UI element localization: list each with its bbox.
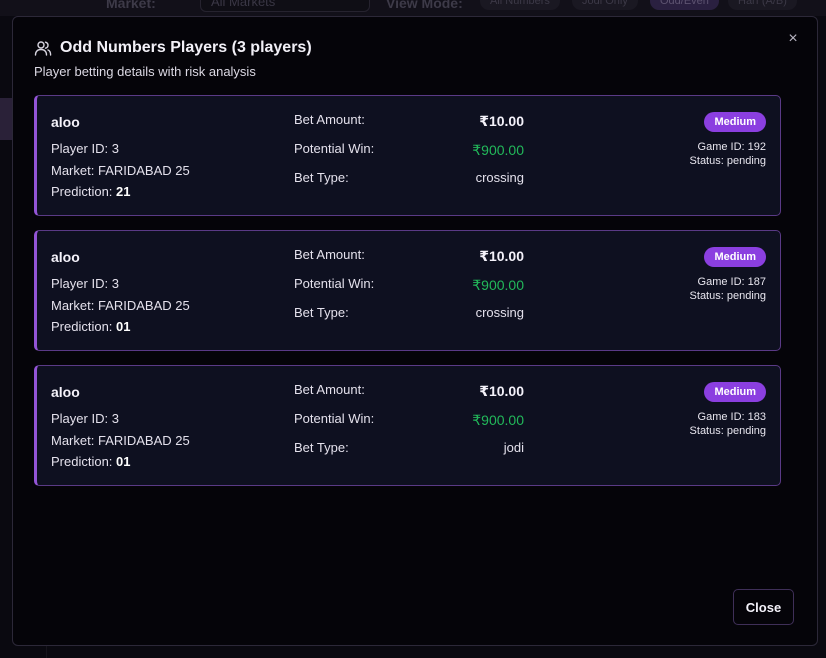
status-label: Status: — [689, 290, 727, 302]
status-label: Status: — [689, 155, 727, 167]
bet-type-value: crossing — [475, 170, 524, 185]
player-card: aloo Player ID: 3 Market: FARIDABAD 25 P… — [34, 95, 781, 216]
status-value: pending — [726, 290, 766, 302]
close-icon[interactable]: × — [785, 31, 801, 47]
prediction-value: 01 — [116, 454, 131, 469]
bet-status: Status: pending — [690, 425, 766, 437]
bet-status: Status: pending — [690, 290, 766, 302]
status-value: pending — [726, 425, 766, 437]
risk-badge: Medium — [704, 112, 766, 132]
market-select[interactable]: All Markets — [200, 0, 370, 12]
bet-amount-label: Bet Amount: — [294, 112, 365, 127]
potential-win-label: Potential Win: — [294, 141, 375, 156]
bet-type-label: Bet Type: — [294, 170, 349, 185]
bet-type-label: Bet Type: — [294, 305, 349, 320]
risk-badge: Medium — [704, 382, 766, 402]
game-id-value: 183 — [747, 411, 766, 423]
status-value: pending — [726, 155, 766, 167]
player-id-label: Player ID: — [51, 141, 112, 156]
game-id: Game ID: 192 — [698, 141, 766, 153]
player-card-list: aloo Player ID: 3 Market: FARIDABAD 25 P… — [34, 95, 782, 500]
view-mode-label: View Mode: — [386, 0, 463, 11]
game-id-label: Game ID: — [697, 276, 748, 288]
player-id-label: Player ID: — [51, 411, 112, 426]
bet-amount-value: ₹10.00 — [479, 383, 524, 399]
game-id-value: 187 — [747, 276, 766, 288]
modal-subtitle: Player betting details with risk analysi… — [34, 64, 256, 79]
bet-amount-label: Bet Amount: — [294, 247, 365, 262]
player-id: Player ID: 3 — [51, 141, 119, 156]
modal-header: Odd Numbers Players (3 players) Player b… — [34, 39, 777, 79]
prediction-label: Prediction: — [51, 454, 117, 469]
users-icon — [34, 40, 52, 56]
background-sidebar-highlight — [0, 98, 12, 140]
player-card: aloo Player ID: 3 Market: FARIDABAD 25 P… — [34, 230, 781, 351]
bet-amount-value: ₹10.00 — [479, 248, 524, 264]
player-id: Player ID: 3 — [51, 411, 119, 426]
status-label: Status: — [689, 425, 727, 437]
potential-win-value: ₹900.00 — [472, 142, 524, 158]
market-value: FARIDABAD 25 — [97, 433, 190, 448]
game-id: Game ID: 187 — [698, 276, 766, 288]
bet-type-value: jodi — [503, 440, 524, 455]
player-prediction: Prediction: 01 — [51, 319, 131, 334]
market-label: Market: — [51, 163, 98, 178]
market-label: Market: — [51, 433, 98, 448]
game-id: Game ID: 183 — [698, 411, 766, 423]
player-id: Player ID: 3 — [51, 276, 119, 291]
player-market: Market: FARIDABAD 25 — [51, 163, 190, 178]
player-id-label: Player ID: — [51, 276, 112, 291]
background-filter-bar: Market: All Markets View Mode: All Numbe… — [0, 0, 826, 16]
prediction-label: Prediction: — [51, 184, 117, 199]
view-pill-all-numbers[interactable]: All Numbers — [480, 0, 560, 10]
player-prediction: Prediction: 21 — [51, 184, 131, 199]
bet-type-label: Bet Type: — [294, 440, 349, 455]
player-card: aloo Player ID: 3 Market: FARIDABAD 25 P… — [34, 365, 781, 486]
market-label: Market: — [51, 298, 98, 313]
market-label: Market: — [106, 0, 156, 11]
player-market: Market: FARIDABAD 25 — [51, 433, 190, 448]
bet-type-value: crossing — [475, 305, 524, 320]
player-id-value: 3 — [111, 276, 119, 291]
player-id-value: 3 — [111, 411, 119, 426]
modal-title-row: Odd Numbers Players (3 players) — [34, 39, 777, 57]
potential-win-value: ₹900.00 — [472, 412, 524, 428]
view-pill-odd-even[interactable]: Odd/Even — [650, 0, 719, 10]
risk-badge: Medium — [704, 247, 766, 267]
bet-status: Status: pending — [690, 155, 766, 167]
potential-win-value: ₹900.00 — [472, 277, 524, 293]
player-name: aloo — [51, 249, 80, 265]
potential-win-label: Potential Win: — [294, 276, 375, 291]
game-id-label: Game ID: — [697, 141, 748, 153]
game-id-value: 192 — [747, 141, 766, 153]
player-name: aloo — [51, 384, 80, 400]
view-pill-jodi-only[interactable]: Jodi Only — [572, 0, 638, 10]
game-id-label: Game ID: — [697, 411, 748, 423]
player-prediction: Prediction: 01 — [51, 454, 131, 469]
prediction-label: Prediction: — [51, 319, 117, 334]
market-value: FARIDABAD 25 — [97, 298, 190, 313]
close-button[interactable]: Close — [733, 589, 794, 625]
player-market: Market: FARIDABAD 25 — [51, 298, 190, 313]
bet-amount-value: ₹10.00 — [479, 113, 524, 129]
market-value: FARIDABAD 25 — [97, 163, 190, 178]
bet-amount-label: Bet Amount: — [294, 382, 365, 397]
player-name: aloo — [51, 114, 80, 130]
potential-win-label: Potential Win: — [294, 411, 375, 426]
player-id-value: 3 — [111, 141, 119, 156]
view-pill-harf[interactable]: Harf (A/B) — [728, 0, 797, 10]
modal-title: Odd Numbers Players (3 players) — [60, 39, 312, 56]
prediction-value: 01 — [116, 319, 131, 334]
prediction-value: 21 — [116, 184, 131, 199]
players-modal: × Odd Numbers Players (3 players) Player… — [12, 16, 818, 646]
